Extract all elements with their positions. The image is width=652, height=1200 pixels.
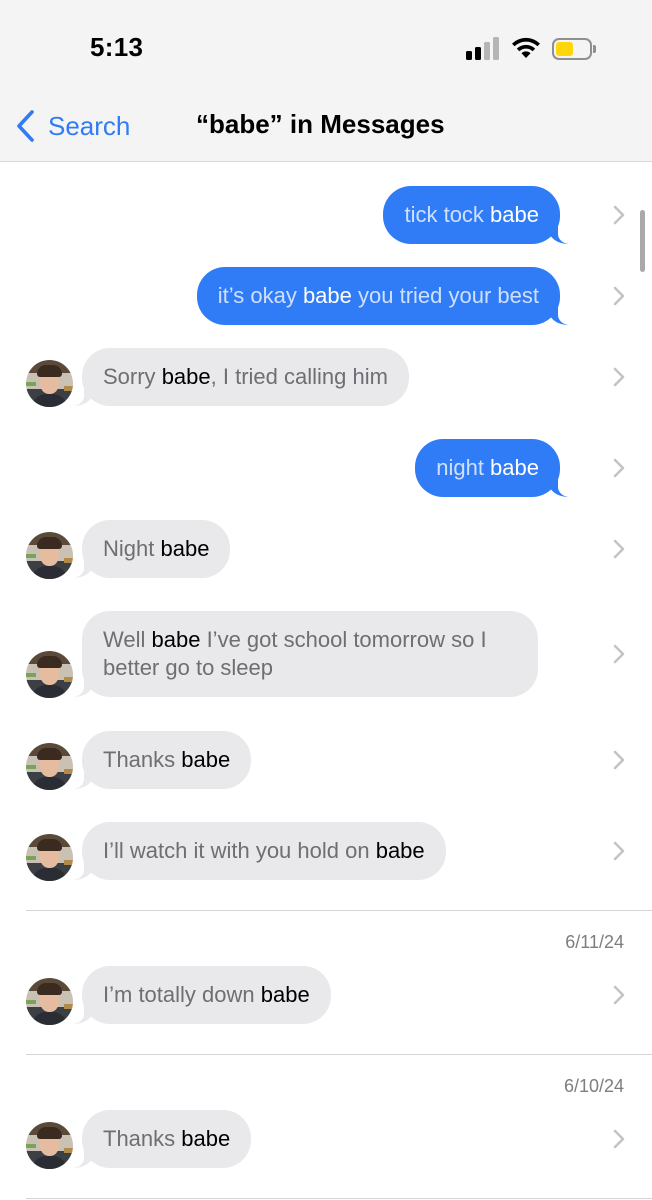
back-button-label: Search — [48, 110, 131, 141]
contact-avatar[interactable] — [26, 743, 73, 790]
cellular-signal-icon — [466, 36, 502, 60]
incoming-message-bubble[interactable]: I’m totally down babe — [82, 966, 331, 1024]
search-term-highlight: babe — [490, 455, 539, 480]
section-divider — [26, 1054, 652, 1055]
incoming-message-bubble[interactable]: Thanks babe — [82, 1110, 252, 1168]
top-bar: 5:13 Search “babe” in Messages — [0, 0, 652, 162]
search-term-highlight: babe — [151, 627, 201, 652]
message-text: it’s okay — [217, 283, 303, 308]
date-label: 6/11/24 — [565, 932, 624, 952]
message-text: Thanks — [103, 1126, 182, 1151]
outgoing-message-bubble[interactable]: tick tock babe — [383, 186, 560, 244]
chevron-right-icon[interactable] — [612, 749, 626, 771]
outgoing-message-bubble[interactable]: night babe — [415, 439, 560, 497]
incoming-message-bubble[interactable]: Thanks babe — [82, 731, 252, 789]
message-text: , I tried calling him — [210, 364, 388, 389]
contact-avatar[interactable] — [26, 978, 73, 1025]
incoming-message-bubble[interactable]: Well babe I’ve got school tomorrow so I … — [82, 611, 538, 697]
chevron-right-icon[interactable] — [612, 1128, 626, 1150]
messages-search-screen: 5:13 Search “babe” in Messages tick tock… — [0, 0, 652, 1200]
incoming-message-bubble[interactable]: Sorry babe, I tried calling him — [82, 348, 409, 406]
search-term-highlight: babe — [161, 364, 211, 389]
contact-avatar[interactable] — [26, 532, 73, 579]
message-text: Night — [103, 536, 161, 561]
message-text: Sorry — [103, 364, 162, 389]
search-term-highlight: babe — [375, 838, 425, 863]
chevron-right-icon[interactable] — [612, 285, 626, 307]
section-divider — [26, 1198, 652, 1199]
back-button[interactable]: Search — [14, 106, 130, 146]
chevron-right-icon[interactable] — [612, 643, 626, 665]
date-label: 6/10/24 — [563, 1076, 624, 1096]
search-term-highlight: babe — [160, 536, 210, 561]
message-text: Thanks — [103, 747, 182, 772]
incoming-message-bubble[interactable]: I’ll watch it with you hold on babe — [82, 822, 446, 880]
battery-low-power-icon — [552, 38, 596, 60]
chevron-right-icon[interactable] — [612, 204, 626, 226]
contact-avatar[interactable] — [26, 360, 73, 407]
contact-avatar[interactable] — [26, 834, 73, 881]
contact-avatar[interactable] — [26, 1122, 73, 1169]
scroll-indicator[interactable] — [640, 210, 645, 272]
message-text: I’m totally down — [103, 982, 261, 1007]
search-term-highlight: babe — [302, 283, 352, 308]
chevron-right-icon[interactable] — [612, 366, 626, 388]
incoming-message-bubble[interactable]: Night babe — [82, 520, 231, 578]
search-term-highlight: babe — [181, 747, 231, 772]
search-term-highlight: babe — [260, 982, 310, 1007]
page-title: “babe” in Messages — [196, 109, 445, 139]
status-time: 5:13 — [90, 32, 144, 62]
chevron-right-icon[interactable] — [612, 457, 626, 479]
chevron-right-icon[interactable] — [612, 984, 626, 1006]
search-term-highlight: babe — [181, 1126, 231, 1151]
chevron-right-icon[interactable] — [612, 538, 626, 560]
chevron-right-icon[interactable] — [612, 840, 626, 862]
wifi-icon — [512, 37, 540, 58]
message-text: you tried your best — [351, 283, 539, 308]
message-text: night — [436, 455, 491, 480]
section-divider — [26, 910, 652, 911]
chevron-left-icon — [17, 110, 34, 142]
message-text: Well — [103, 627, 152, 652]
contact-avatar[interactable] — [26, 651, 73, 698]
search-term-highlight: babe — [490, 202, 539, 227]
outgoing-message-bubble[interactable]: it’s okay babe you tried your best — [196, 267, 560, 325]
message-text: tick tock — [404, 202, 491, 227]
message-text: I’ll watch it with you hold on — [103, 838, 376, 863]
